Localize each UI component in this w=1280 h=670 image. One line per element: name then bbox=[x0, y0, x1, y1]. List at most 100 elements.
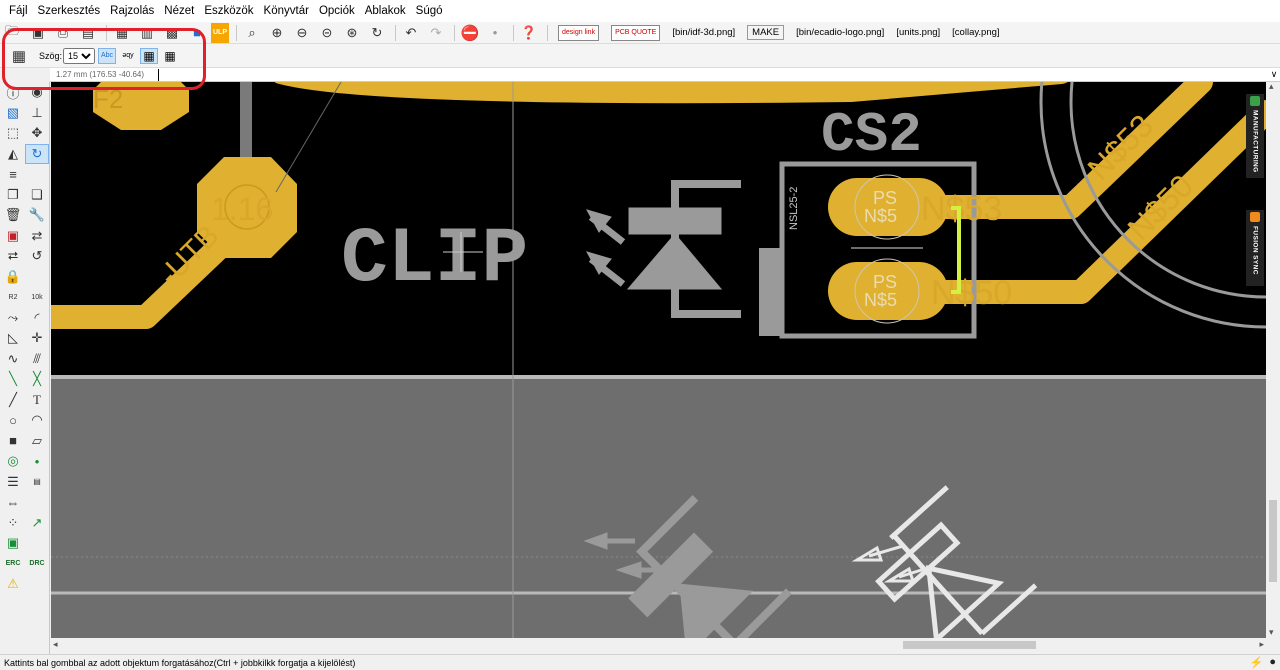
save-icon[interactable]: ▣ bbox=[27, 23, 49, 43]
horizontal-scroll-thumb[interactable] bbox=[903, 641, 1036, 649]
align-icon-2[interactable]: ▦ bbox=[161, 48, 179, 64]
meander-icon[interactable]: ∿ bbox=[1, 349, 25, 370]
split-trace-icon[interactable]: ◺ bbox=[1, 328, 25, 349]
menu-file[interactable]: Fájl bbox=[4, 5, 33, 17]
copy-icon[interactable]: ❐ bbox=[1, 185, 25, 206]
text-icon[interactable]: T bbox=[25, 390, 49, 411]
delete-icon[interactable]: 🗑 bbox=[1, 205, 25, 226]
horizontal-scrollbar[interactable]: ◂ ▸ bbox=[51, 638, 1266, 652]
open-icon[interactable]: 🗁 bbox=[2, 23, 24, 43]
script-idf-3d[interactable]: [bin/idf-3d.png] bbox=[672, 27, 735, 38]
autoroute-icon[interactable]: ╳ bbox=[25, 369, 49, 390]
redraw-icon[interactable]: ↻ bbox=[366, 23, 388, 43]
menu-draw[interactable]: Rajzolás bbox=[105, 5, 159, 17]
zoom-out-icon[interactable]: ⊖ bbox=[291, 23, 313, 43]
rectangle-icon[interactable]: ■ bbox=[1, 431, 25, 452]
grid-icon[interactable]: ▦ bbox=[8, 46, 30, 66]
menu-windows[interactable]: Ablakok bbox=[360, 5, 411, 17]
auto-icon[interactable]: ↗ bbox=[25, 513, 49, 534]
library-icon[interactable]: ▥ bbox=[136, 23, 158, 43]
layer-stack-icon[interactable]: ☰ bbox=[1, 472, 25, 493]
board-outline-icon[interactable]: ▣ bbox=[1, 533, 25, 554]
eye-icon[interactable]: ◉ bbox=[25, 82, 49, 103]
drc-button[interactable]: DRC bbox=[25, 554, 49, 575]
menu-library[interactable]: Könyvtár bbox=[259, 5, 314, 17]
vertical-scrollbar[interactable]: ▴ ▾ bbox=[1266, 81, 1280, 638]
mirror-icon[interactable]: ◭ bbox=[1, 144, 25, 165]
info-icon[interactable]: ⓘ bbox=[1, 82, 25, 103]
stop-icon[interactable]: ⛔ bbox=[459, 23, 481, 43]
align-icon-1[interactable]: ▦ bbox=[140, 47, 159, 64]
route-icon[interactable]: ╲ bbox=[1, 369, 25, 390]
pcb-quote-button[interactable]: PCB QUOTE bbox=[611, 24, 661, 41]
paste-icon[interactable]: ❑ bbox=[25, 185, 49, 206]
replace-icon[interactable]: ⇄ bbox=[25, 226, 49, 247]
move-icon[interactable]: ✥ bbox=[25, 123, 49, 144]
mirror-text-button[interactable]: Abc bbox=[98, 47, 117, 64]
wrench-icon[interactable]: 🔧 bbox=[25, 205, 49, 226]
menu-view[interactable]: Nézet bbox=[159, 5, 199, 17]
undo-icon[interactable]: ↶ bbox=[400, 23, 422, 43]
ripup-icon[interactable]: ⤳ bbox=[1, 308, 25, 329]
menu-tools[interactable]: Eszközök bbox=[199, 5, 258, 17]
menu-options[interactable]: Opciók bbox=[314, 5, 360, 17]
attribute-icon[interactable]: ▤ bbox=[25, 472, 49, 493]
diff-pair-icon[interactable]: ⫻ bbox=[25, 349, 49, 370]
miter-icon[interactable]: ◜ bbox=[25, 308, 49, 329]
manufacturing-panel-tab[interactable]: MANUFACTURING bbox=[1246, 94, 1264, 178]
fusion-sync-panel-tab[interactable]: FUSION SYNC bbox=[1246, 210, 1264, 286]
cam-icon[interactable]: ▤ bbox=[77, 23, 99, 43]
lightning-icon[interactable]: ⚡ bbox=[1250, 656, 1264, 669]
align-icon[interactable]: ≡ bbox=[1, 164, 25, 185]
split-icon[interactable]: ⮂ bbox=[1, 246, 25, 267]
zoom-previous-icon[interactable]: ⊝ bbox=[316, 23, 338, 43]
stop-status-icon[interactable]: ● bbox=[1269, 656, 1276, 669]
arc-icon[interactable]: ◠ bbox=[25, 410, 49, 431]
board-canvas[interactable]: 1.16 -UTB F2 CLIP CS2 NSL25-2 PS N$5 PS … bbox=[51, 82, 1266, 638]
circle-icon[interactable]: ○ bbox=[1, 410, 25, 431]
zoom-fit-icon[interactable]: ⌕ bbox=[241, 23, 263, 43]
optimize-icon[interactable]: ↺ bbox=[25, 246, 49, 267]
vertical-scroll-thumb[interactable] bbox=[1269, 500, 1277, 582]
smash-icon[interactable]: R2 bbox=[1, 287, 25, 308]
add-via-icon[interactable]: ✛ bbox=[25, 328, 49, 349]
zoom-select-icon[interactable]: ⊛ bbox=[341, 23, 363, 43]
script-ecadio-logo[interactable]: [bin/ecadio-logo.png] bbox=[796, 27, 884, 38]
warning-icon[interactable]: ⚠ bbox=[1, 574, 25, 595]
layer-icon[interactable]: ▧ bbox=[1, 103, 25, 124]
print-icon[interactable]: ⎙ bbox=[52, 23, 74, 43]
dimension-icon[interactable]: ⇔ bbox=[1, 492, 25, 513]
add-part-icon[interactable]: ▣ bbox=[1, 226, 25, 247]
make-button[interactable]: MAKE bbox=[747, 25, 785, 40]
scroll-right-icon[interactable]: ▸ bbox=[1259, 639, 1264, 650]
value-icon[interactable]: 10k bbox=[25, 287, 49, 308]
spin-text-button[interactable]: ǝqy bbox=[119, 48, 137, 64]
go-icon[interactable]: • bbox=[484, 23, 506, 43]
zoom-in-icon[interactable]: ⊕ bbox=[266, 23, 288, 43]
book-icon[interactable]: ▩ bbox=[161, 23, 183, 43]
line-icon[interactable]: ╱ bbox=[1, 390, 25, 411]
menu-edit[interactable]: Szerkesztés bbox=[33, 5, 106, 17]
menu-help[interactable]: Súgó bbox=[411, 5, 448, 17]
scroll-down-icon[interactable]: ▾ bbox=[1269, 627, 1274, 638]
help-icon[interactable]: ❓ bbox=[518, 23, 540, 43]
script-collay[interactable]: [collay.png] bbox=[952, 27, 999, 38]
group-icon[interactable]: ⬚ bbox=[1, 123, 25, 144]
redo-icon[interactable]: ↷ bbox=[425, 23, 447, 43]
ratsnest-icon[interactable]: ⁘ bbox=[1, 513, 25, 534]
script-units[interactable]: [units.png] bbox=[896, 27, 940, 38]
lock-icon[interactable]: 🔒 bbox=[1, 267, 25, 288]
signal-icon[interactable]: • bbox=[25, 451, 49, 472]
scroll-left-icon[interactable]: ◂ bbox=[53, 639, 58, 650]
polygon-icon[interactable]: ▱ bbox=[25, 431, 49, 452]
command-input[interactable] bbox=[158, 68, 1268, 81]
via-icon[interactable]: ◎ bbox=[1, 451, 25, 472]
rotate-icon[interactable]: ↻ bbox=[25, 143, 49, 164]
design-link-button[interactable]: design link bbox=[558, 24, 600, 41]
scroll-up-icon[interactable]: ▴ bbox=[1269, 81, 1274, 92]
script-icon[interactable]: ■ bbox=[186, 23, 208, 43]
mark-icon[interactable]: ⊥ bbox=[25, 103, 49, 124]
ulp-button[interactable]: ULP bbox=[211, 22, 229, 43]
erc-button[interactable]: ERC bbox=[1, 554, 25, 575]
angle-select[interactable]: 15 bbox=[63, 47, 96, 64]
